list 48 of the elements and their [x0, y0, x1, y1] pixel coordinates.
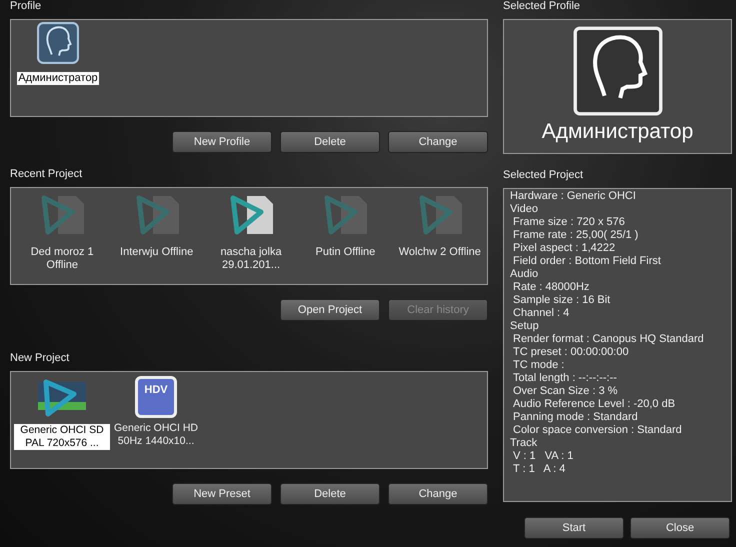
detail-text: Panning mode : Standard [513, 411, 639, 424]
action-button[interactable]: Delete [280, 131, 380, 153]
detail-text: TC mode : [513, 359, 566, 372]
detail-text: T : 1 A : 4 [513, 463, 566, 476]
section-label: New Project [10, 352, 70, 365]
action-button[interactable]: New Profile [172, 131, 272, 153]
preset-name[interactable]: Generic OHCI HD 50Hz 1440x10... [109, 422, 203, 448]
profile-head-icon [572, 26, 662, 116]
detail-text: Render format : Canopus HQ Standard [513, 333, 705, 346]
detail-text: Audio Reference Level : -20,0 dB [513, 398, 676, 411]
section-label: Selected Project [503, 169, 584, 182]
project-name[interactable]: Wolchw 2 Offline [398, 246, 481, 259]
action-button[interactable]: Close [630, 517, 730, 539]
section-label: Selected Profile [503, 0, 582, 13]
detail-text: Rate : 48000Hz [513, 281, 590, 294]
profile-name[interactable]: Администратор [17, 72, 99, 85]
detail-text: Hardware : Generic OHCI [510, 190, 637, 203]
detail-text: Setup [510, 320, 540, 333]
detail-text: Audio [510, 268, 540, 281]
detail-text: Frame size : 720 x 576 [513, 216, 626, 229]
action-button[interactable]: New Preset [172, 483, 272, 505]
profile-name: Администратор [542, 120, 694, 144]
detail-text: Total length : --:--:--:-- [513, 372, 618, 385]
action-button[interactable]: Start [524, 517, 624, 539]
profile-head-icon [37, 22, 79, 64]
detail-text: Color space conversion : Standard [513, 424, 683, 437]
action-button[interactable]: Open Project [280, 299, 380, 321]
preset-name[interactable]: Generic OHCI SD PAL 720x576 ... [14, 424, 110, 450]
detail-text: Track [510, 437, 538, 450]
detail-text: Field order : Bottom Field First [513, 255, 662, 268]
detail-text: V : 1 VA : 1 [513, 450, 574, 463]
action-button[interactable]: Change [388, 131, 488, 153]
section-label: Recent Project [10, 168, 84, 181]
action-button[interactable]: Delete [280, 483, 380, 505]
project-name[interactable]: Putin Offline [316, 246, 376, 259]
detail-text: Sample size : 16 Bit [513, 294, 612, 307]
project-name[interactable]: Interwju Offline [120, 246, 194, 259]
detail-text: Channel : 4 [513, 307, 570, 320]
hdv-preset-icon: HDV [135, 376, 177, 418]
detail-text: TC preset : 00:00:00:00 [513, 346, 630, 359]
detail-text: Frame rate : 25,00( 25/1 ) [513, 229, 640, 242]
detail-text: Pixel aspect : 1,4222 [513, 242, 616, 255]
section-label: Profile [10, 0, 42, 13]
detail-text: Over Scan Size : 3 % [513, 385, 619, 398]
project-name[interactable]: nascha jolka 29.01.201... [204, 246, 298, 272]
project-name[interactable]: Ded moroz 1 Offline [15, 246, 110, 272]
action-button[interactable]: Change [388, 483, 488, 505]
detail-text: Video [510, 203, 539, 216]
